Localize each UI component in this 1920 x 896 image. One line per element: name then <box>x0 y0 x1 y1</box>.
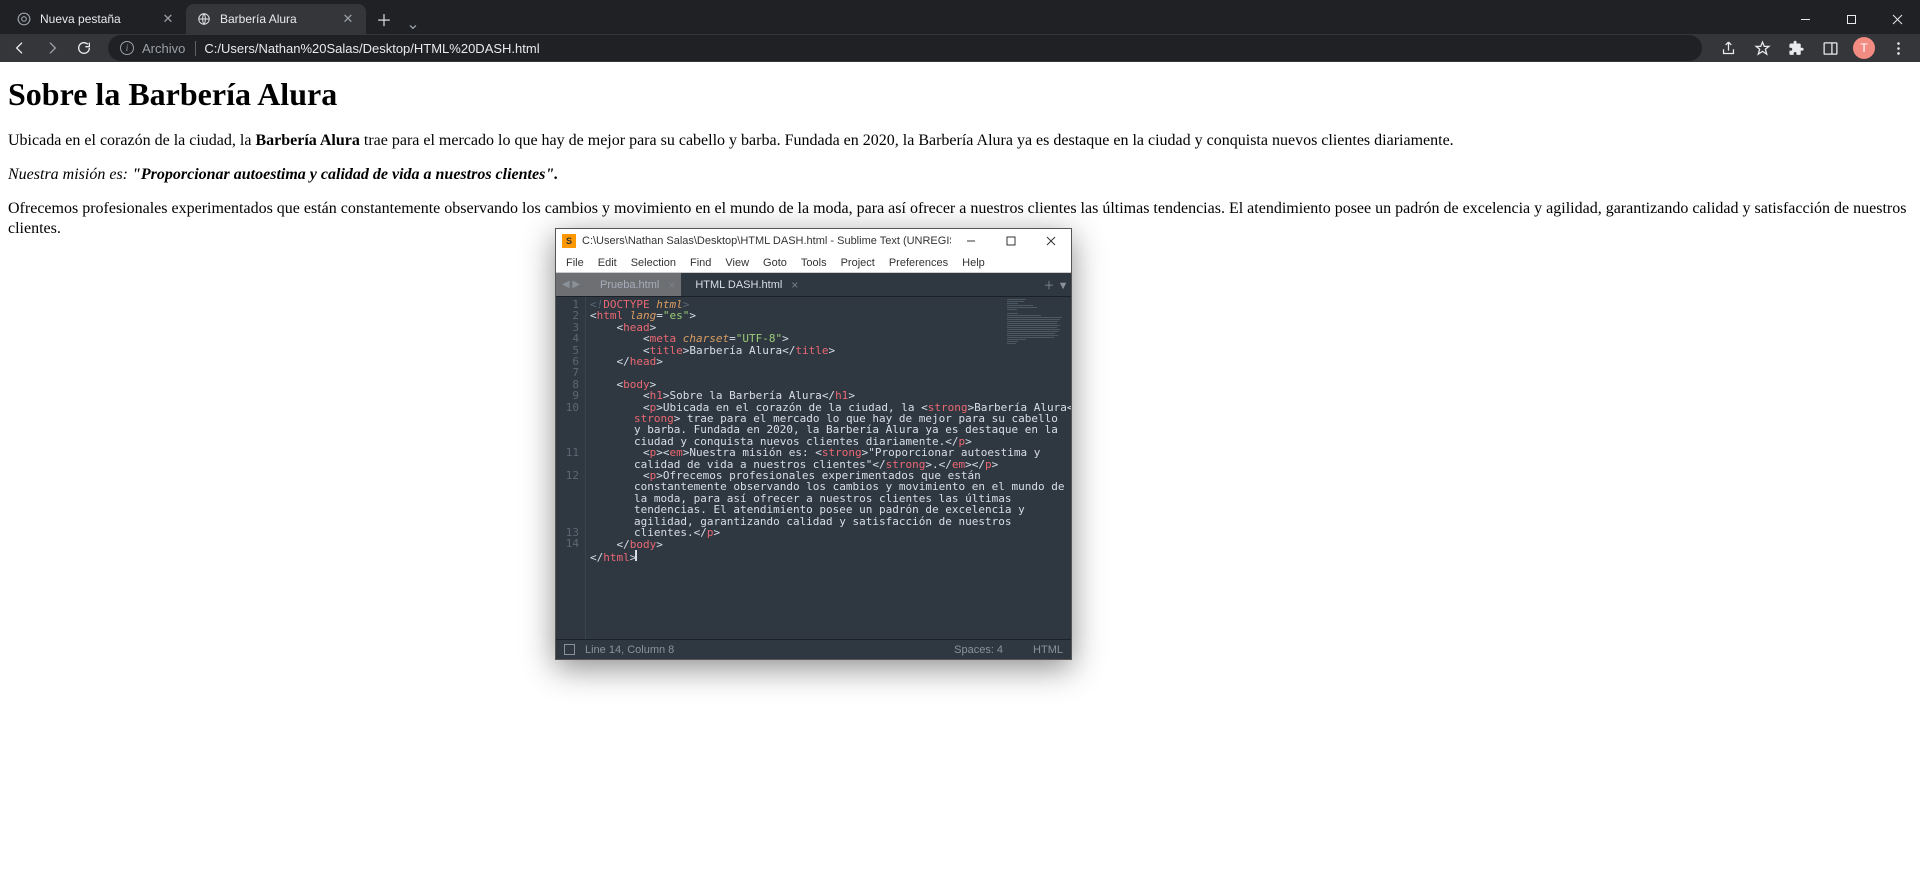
toolbar-right: T <box>1712 34 1914 62</box>
close-icon[interactable]: ✕ <box>160 11 176 27</box>
menu-goto[interactable]: Goto <box>757 257 793 269</box>
sidepanel-icon[interactable] <box>1814 34 1846 62</box>
menu-file[interactable]: File <box>560 257 590 269</box>
forward-button[interactable] <box>38 34 66 62</box>
browser-chrome: Nueva pestaña ✕ Barbería Alura ✕ ＋ ⌄ i A… <box>0 0 1920 62</box>
chrome-icon <box>16 11 32 27</box>
menu-selection[interactable]: Selection <box>625 257 682 269</box>
tab-actions[interactable]: ＋ ▼ <box>1041 273 1071 296</box>
sublime-app-icon: S <box>562 234 576 248</box>
window-controls <box>1782 4 1920 34</box>
sublime-titlebar[interactable]: S C:\Users\Nathan Salas\Desktop\HTML DAS… <box>556 229 1071 253</box>
cursor-position: Line 14, Column 8 <box>585 644 674 656</box>
chevron-down-icon[interactable]: ⌄ <box>398 14 428 34</box>
paragraph-2: Nuestra misión es: "Proporcionar autoest… <box>8 165 1912 185</box>
minimize-button[interactable] <box>1782 4 1828 34</box>
maximize-button[interactable] <box>991 229 1031 253</box>
globe-icon <box>196 11 212 27</box>
code-area[interactable]: <!DOCTYPE html><html lang="es"> <head> <… <box>586 297 1071 639</box>
menu-find[interactable]: Find <box>684 257 717 269</box>
url-scheme-label: Archivo <box>142 41 196 56</box>
url-text: C:/Users/Nathan%20Salas/Desktop/HTML%20D… <box>204 41 539 56</box>
menu-icon[interactable] <box>1882 34 1914 62</box>
menu-tools[interactable]: Tools <box>795 257 833 269</box>
indent-setting[interactable]: Spaces: 4 <box>954 644 1003 656</box>
avatar-letter: T <box>1853 37 1875 59</box>
menu-edit[interactable]: Edit <box>592 257 623 269</box>
new-tab-button[interactable]: ＋ <box>370 5 398 33</box>
syntax-setting[interactable]: HTML <box>1033 644 1063 656</box>
back-button[interactable] <box>6 34 34 62</box>
close-button[interactable] <box>1874 4 1920 34</box>
tab-title: Nueva pestaña <box>40 12 152 26</box>
editor-body: 1234567891011121314 <!DOCTYPE html><html… <box>556 297 1071 639</box>
minimize-button[interactable] <box>951 229 991 253</box>
tab-nav-arrows[interactable]: ◀ ▶ <box>556 273 586 296</box>
bookmark-icon[interactable] <box>1746 34 1778 62</box>
editor-tab-htmldash[interactable]: HTML DASH.html × <box>681 273 804 296</box>
close-button[interactable] <box>1031 229 1071 253</box>
sublime-title: C:\Users\Nathan Salas\Desktop\HTML DASH.… <box>582 235 951 247</box>
close-icon[interactable]: × <box>791 278 798 292</box>
sublime-tabbar: ◀ ▶ Prueba.html × HTML DASH.html × ＋ ▼ <box>556 273 1071 297</box>
profile-avatar[interactable]: T <box>1848 34 1880 62</box>
close-icon[interactable]: × <box>668 278 675 292</box>
menu-project[interactable]: Project <box>835 257 881 269</box>
tab-title: Barbería Alura <box>220 12 332 26</box>
address-bar[interactable]: i Archivo C:/Users/Nathan%20Salas/Deskto… <box>108 35 1702 61</box>
status-bar: Line 14, Column 8 Spaces: 4 HTML <box>556 639 1071 659</box>
browser-tab-new[interactable]: Nueva pestaña ✕ <box>6 4 186 34</box>
extensions-icon[interactable] <box>1780 34 1812 62</box>
share-icon[interactable] <box>1712 34 1744 62</box>
paragraph-1: Ubicada en el corazón de la ciudad, la B… <box>8 131 1912 151</box>
line-gutter: 1234567891011121314 <box>556 297 586 639</box>
menu-help[interactable]: Help <box>956 257 991 269</box>
browser-tab-active[interactable]: Barbería Alura ✕ <box>186 4 366 34</box>
status-square-icon[interactable] <box>564 644 575 655</box>
reload-button[interactable] <box>70 34 98 62</box>
editor-tab-prueba[interactable]: Prueba.html × <box>586 273 681 296</box>
browser-toolbar: i Archivo C:/Users/Nathan%20Salas/Deskto… <box>0 34 1920 62</box>
info-icon[interactable]: i <box>120 41 134 55</box>
page-heading: Sobre la Barbería Alura <box>8 76 1912 113</box>
sublime-window: S C:\Users\Nathan Salas\Desktop\HTML DAS… <box>555 228 1072 660</box>
maximize-button[interactable] <box>1828 4 1874 34</box>
menu-preferences[interactable]: Preferences <box>883 257 954 269</box>
sublime-menubar: File Edit Selection Find View Goto Tools… <box>556 253 1071 273</box>
close-icon[interactable]: ✕ <box>340 11 356 27</box>
tab-strip: Nueva pestaña ✕ Barbería Alura ✕ ＋ ⌄ <box>0 0 1920 34</box>
menu-view[interactable]: View <box>719 257 755 269</box>
